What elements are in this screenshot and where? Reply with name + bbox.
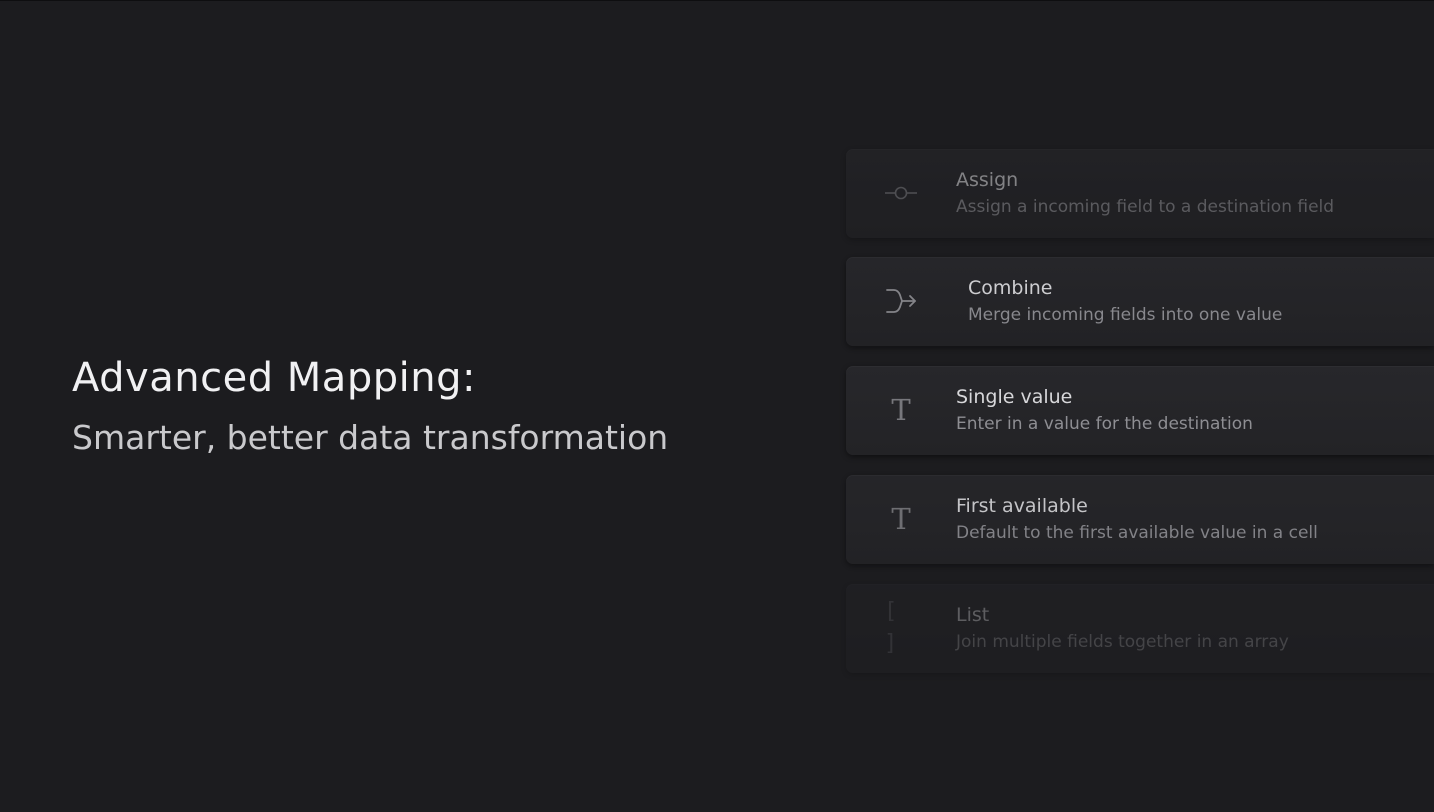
option-label: List [956, 604, 990, 626]
option-text: Assign Assign a incoming field to a dest… [956, 167, 1424, 219]
option-label: First available [956, 495, 1088, 517]
assign-icon [884, 177, 918, 209]
hero: Advanced Mapping: Smarter, better data t… [72, 353, 792, 459]
hero-subtitle: Smarter, better data transformation [72, 418, 669, 457]
option-combine[interactable]: Combine Merge incoming fields into one v… [846, 257, 1434, 346]
option-text: List Join multiple fields together in an… [956, 602, 1424, 654]
option-description: Merge incoming fields into one value [968, 305, 1283, 325]
option-label: Single value [956, 386, 1073, 408]
merge-arrow-icon [884, 285, 918, 317]
slide: Advanced Mapping: Smarter, better data t… [0, 0, 1434, 812]
option-description: Enter in a value for the destination [956, 414, 1253, 434]
option-single-value[interactable]: T Single value Enter in a value for the … [846, 366, 1434, 455]
hero-title: Advanced Mapping: [72, 355, 476, 401]
option-list[interactable]: [ ] List Join multiple fields together i… [846, 584, 1434, 673]
option-text: First available Default to the first ava… [956, 493, 1424, 545]
option-description: Join multiple fields together in an arra… [956, 632, 1289, 652]
option-label: Assign [956, 169, 1019, 191]
option-text: Combine Merge incoming fields into one v… [968, 275, 1424, 327]
option-description: Assign a incoming field to a destination… [956, 197, 1335, 217]
option-assign[interactable]: Assign Assign a incoming field to a dest… [846, 149, 1434, 238]
option-first-available[interactable]: T First available Default to the first a… [846, 475, 1434, 564]
option-description: Default to the first available value in … [956, 523, 1318, 543]
text-icon-glyph: T [891, 502, 911, 536]
text-icon-glyph: T [891, 393, 911, 427]
text-icon: T [884, 394, 918, 426]
text-icon: T [884, 503, 918, 535]
option-label: Combine [968, 277, 1053, 299]
brackets-icon-glyph: [ ] [884, 599, 902, 656]
brackets-icon: [ ] [884, 599, 918, 656]
option-text: Single value Enter in a value for the de… [956, 384, 1424, 436]
